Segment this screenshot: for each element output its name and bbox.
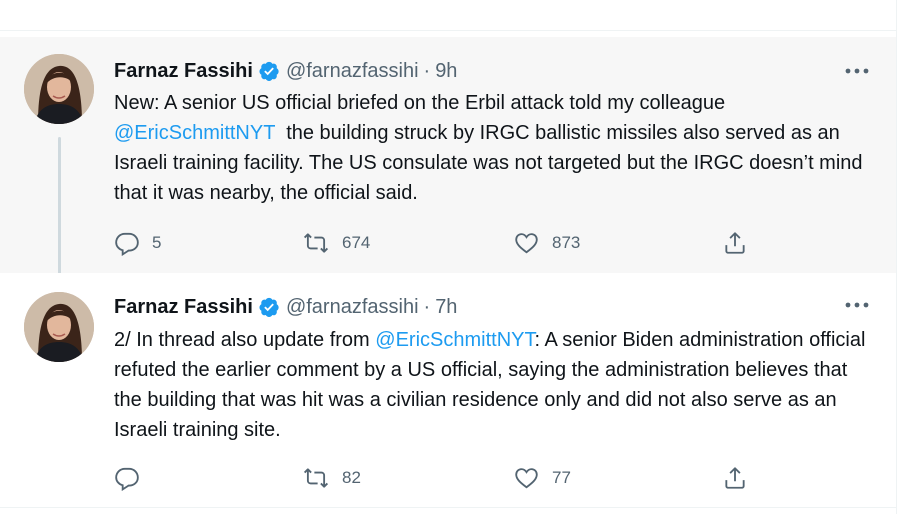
- tweet-text-before: New: A senior US official briefed on the…: [114, 92, 726, 114]
- author-name[interactable]: Farnaz Fassihi: [114, 60, 253, 83]
- tweet-timestamp[interactable]: 7h: [435, 296, 457, 319]
- retweet-count: 674: [342, 233, 371, 252]
- previous-tweet-strip: [0, 0, 896, 31]
- avatar[interactable]: [24, 54, 94, 124]
- tweet-header: Farnaz Fassihi @farnazfassihi · 9h: [114, 58, 457, 84]
- author-name[interactable]: Farnaz Fassihi: [114, 296, 253, 319]
- avatar[interactable]: [24, 292, 94, 362]
- retweet-icon: [303, 468, 329, 488]
- tweet-text-before: 2/ In thread also update from: [114, 329, 370, 351]
- retweet-icon: [303, 233, 329, 253]
- share-button[interactable]: [722, 463, 748, 493]
- verified-badge-icon: [258, 296, 280, 318]
- tweet-timestamp[interactable]: 9h: [435, 60, 457, 83]
- tweet[interactable]: Farnaz Fassihi @farnazfassihi · 7h 2/ In…: [0, 273, 896, 507]
- author-handle[interactable]: @farnazfassihi: [286, 60, 419, 83]
- reply-count: 5: [152, 233, 162, 252]
- tweet-text: New: A senior US official briefed on the…: [114, 88, 874, 208]
- share-button[interactable]: [722, 228, 748, 258]
- separator-dot: ·: [423, 295, 431, 318]
- tweet-text: 2/ In thread also update from @EricSchmi…: [114, 325, 874, 445]
- like-icon: [515, 233, 538, 254]
- more-icon[interactable]: [842, 61, 872, 81]
- tweet-actions: 82 77: [0, 463, 896, 493]
- like-count: 77: [552, 468, 571, 487]
- tweet[interactable]: Farnaz Fassihi @farnazfassihi · 9h New: …: [0, 37, 896, 310]
- separator-dot: ·: [423, 59, 431, 82]
- mention-link[interactable]: @EricSchmittNYT: [114, 122, 275, 144]
- tweet-divider: [0, 507, 896, 508]
- like-icon: [515, 468, 538, 489]
- tweet-actions: 5 674 873: [0, 228, 896, 258]
- share-icon: [725, 232, 745, 254]
- author-handle[interactable]: @farnazfassihi: [286, 296, 419, 319]
- retweet-count: 82: [342, 468, 361, 487]
- retweet-button[interactable]: 674: [302, 228, 370, 258]
- timeline-border: [896, 0, 897, 514]
- like-button[interactable]: 873: [513, 228, 580, 258]
- reply-button[interactable]: [114, 463, 152, 493]
- reply-icon: [115, 232, 139, 256]
- verified-badge-icon: [258, 60, 280, 82]
- more-icon[interactable]: [842, 295, 872, 315]
- like-count: 873: [552, 233, 581, 252]
- mention-link[interactable]: @EricSchmittNYT: [375, 329, 534, 351]
- tweet-header: Farnaz Fassihi @farnazfassihi · 7h: [114, 294, 457, 320]
- reply-button[interactable]: 5: [114, 228, 161, 258]
- like-button[interactable]: 77: [513, 463, 571, 493]
- share-icon: [725, 467, 745, 489]
- retweet-button[interactable]: 82: [302, 463, 361, 493]
- reply-icon: [115, 467, 139, 491]
